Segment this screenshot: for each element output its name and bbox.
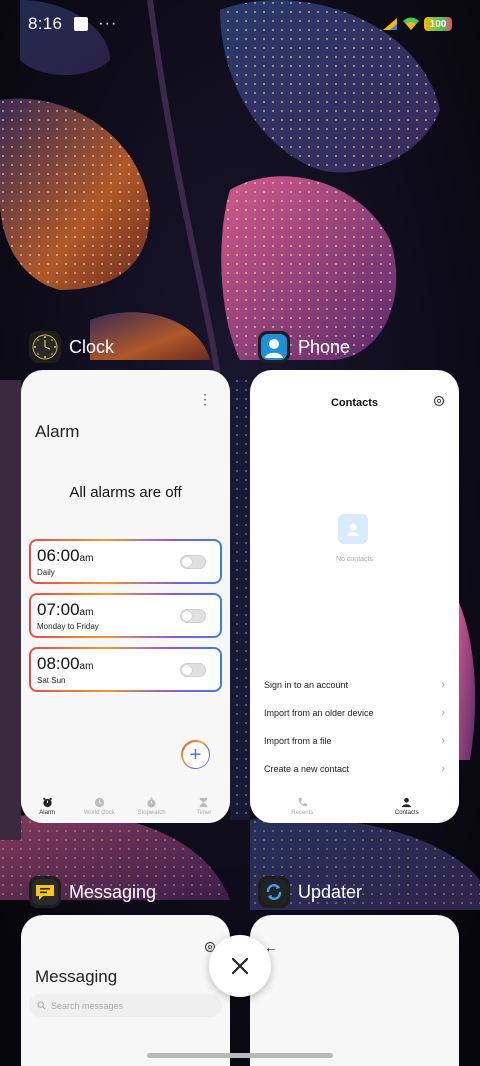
alarm-toggle[interactable] <box>180 663 206 677</box>
import-older-device-option[interactable]: Import from an older device › <box>264 705 445 721</box>
clock-page-title: Alarm <box>35 422 80 441</box>
empty-contacts-icon <box>338 514 368 544</box>
stopwatch-icon <box>146 796 158 808</box>
home-indicator[interactable] <box>147 1053 333 1058</box>
alarm-icon <box>41 796 53 808</box>
alarm-repeat-days: Monday to Friday <box>37 622 99 631</box>
chevron-right-icon: › <box>441 763 445 775</box>
option-label: Import from a file <box>264 736 332 746</box>
chevron-right-icon: › <box>441 707 445 719</box>
alarm-time: 07:00am <box>37 600 93 620</box>
search-messages-input[interactable]: Search messages <box>29 994 222 1017</box>
alarm-time: 08:00am <box>37 654 93 674</box>
alarm-ampm: am <box>79 553 94 564</box>
tab-stopwatch[interactable]: Stopwatch <box>127 796 177 816</box>
phone-app-icon <box>258 331 290 363</box>
tab-timer[interactable]: Timer <box>179 796 229 816</box>
alarm-time: 06:00am <box>37 546 93 566</box>
close-icon <box>231 957 249 975</box>
phone-app-label[interactable]: Phone <box>258 331 350 363</box>
alarm-toggle[interactable] <box>180 555 206 569</box>
phone-bottom-nav: Recents Contacts <box>250 789 459 823</box>
alarms-status-text: All alarms are off <box>69 484 182 501</box>
create-contact-option[interactable]: Create a new contact › <box>264 761 445 777</box>
settings-gear-icon[interactable] <box>433 394 445 412</box>
plus-icon: + <box>182 741 209 768</box>
updater-app-label[interactable]: Updater <box>258 876 362 908</box>
notification-icon <box>74 17 89 31</box>
messaging-app-icon <box>29 876 61 908</box>
search-placeholder: Search messages <box>51 1000 124 1011</box>
close-all-button[interactable] <box>209 935 271 997</box>
alarm-repeat-days: Sat Sun <box>37 676 66 685</box>
clock-app-name: Clock <box>69 336 115 357</box>
messaging-app-name: Messaging <box>69 881 157 902</box>
tab-alarm-label: Alarm <box>39 810 55 816</box>
alarm-item[interactable]: 08:00am Sat Sun <box>29 647 222 692</box>
alarm-time-value: 07:00 <box>37 600 80 619</box>
clock-app-label[interactable]: Clock <box>29 331 114 363</box>
clock-app-card[interactable]: ⋮ Alarm All alarms are off 06:00am Daily… <box>21 370 230 823</box>
alarm-ampm: am <box>79 607 94 618</box>
status-bar: 8:16 ··· 100 <box>0 0 480 48</box>
tab-timer-label: Timer <box>196 810 212 816</box>
more-notifications-icon: ··· <box>98 15 118 32</box>
updater-app-icon <box>258 876 290 908</box>
add-alarm-button[interactable]: + <box>181 740 210 769</box>
chevron-right-icon: › <box>441 679 445 691</box>
battery-icon: 100 <box>424 17 452 31</box>
updater-app-name: Updater <box>298 881 363 902</box>
clock-app-icon <box>29 331 61 363</box>
tab-world-clock-label: World clock <box>83 810 115 816</box>
messaging-app-label[interactable]: Messaging <box>29 876 156 908</box>
messaging-app-card[interactable]: Messaging Search messages <box>21 915 230 1066</box>
person-icon <box>401 796 413 808</box>
tab-recents-label: Recents <box>291 810 314 816</box>
tab-contacts[interactable]: Contacts <box>382 796 432 816</box>
alarm-repeat-days: Daily <box>37 568 55 577</box>
updater-app-card[interactable]: ← <box>250 915 459 1066</box>
import-from-file-option[interactable]: Import from a file › <box>264 733 445 749</box>
alarm-item[interactable]: 06:00am Daily <box>29 539 222 584</box>
phone-app-name: Phone <box>298 336 351 357</box>
wifi-icon <box>403 17 419 30</box>
alarm-time-value: 08:00 <box>37 654 80 673</box>
chevron-right-icon: › <box>441 735 445 747</box>
option-label: Sign in to an account <box>264 680 349 690</box>
alarm-ampm: am <box>79 661 94 672</box>
messaging-page-title: Messaging <box>35 967 118 986</box>
tab-stopwatch-label: Stopwatch <box>137 810 166 816</box>
option-label: Create a new contact <box>264 764 350 774</box>
tab-world-clock[interactable]: World clock <box>74 796 124 816</box>
alarm-item[interactable]: 07:00am Monday to Friday <box>29 593 222 638</box>
phone-icon <box>296 796 308 808</box>
more-options-icon[interactable]: ⋮ <box>198 392 212 406</box>
tab-contacts-label: Contacts <box>394 810 419 816</box>
empty-contacts-text: No contacts <box>336 556 373 563</box>
contacts-page-title: Contacts <box>330 397 379 409</box>
search-icon <box>37 1001 46 1010</box>
alarm-toggle[interactable] <box>180 609 206 623</box>
tab-alarm[interactable]: Alarm <box>22 796 72 816</box>
tab-recents[interactable]: Recents <box>277 796 327 816</box>
alarm-time-value: 06:00 <box>37 546 80 565</box>
option-label: Import from an older device <box>264 708 374 718</box>
phone-app-card[interactable]: Contacts No contacts Sign in to an accou… <box>250 370 459 823</box>
timer-icon <box>198 796 210 808</box>
world-clock-icon <box>93 796 105 808</box>
clock-bottom-nav: Alarm World clock Stopwatch Timer <box>21 789 230 823</box>
signal-icon <box>383 18 397 30</box>
sign-in-account-option[interactable]: Sign in to an account › <box>264 677 445 693</box>
status-time: 8:16 <box>28 14 63 33</box>
